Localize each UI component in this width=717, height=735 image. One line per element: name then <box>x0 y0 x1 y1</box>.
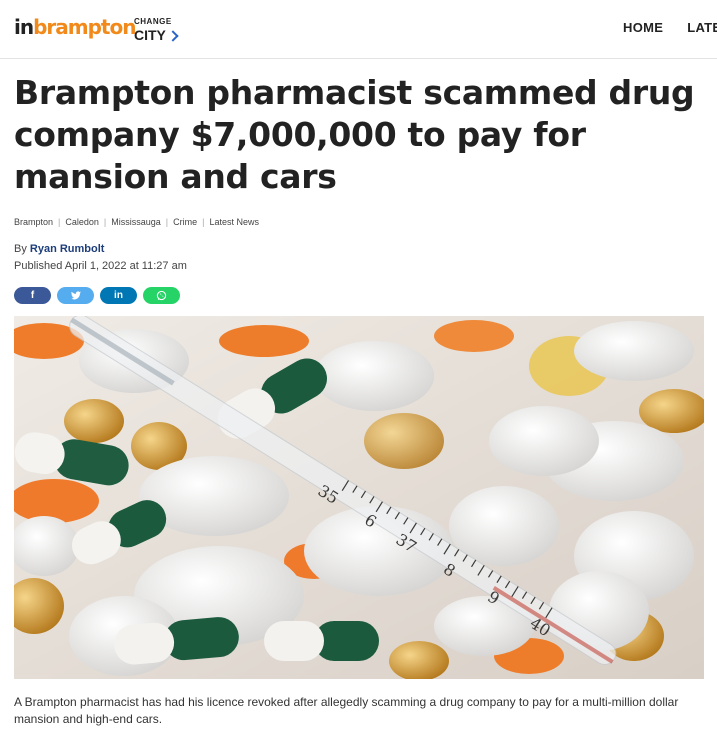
linkedin-share-button[interactable]: in <box>100 287 137 304</box>
article-headline: Brampton pharmacist scammed drug company… <box>14 73 695 196</box>
category-crime[interactable]: Crime <box>173 217 197 227</box>
main-nav: HOME LATEST <box>623 20 717 35</box>
whatsapp-icon <box>156 290 167 301</box>
author-link[interactable]: Ryan Rumbolt <box>30 243 105 255</box>
category-latest-news[interactable]: Latest News <box>209 217 259 227</box>
site-header: inbrampton CHANGE CITY HOME LATEST <box>0 0 717 59</box>
change-city-link[interactable]: CHANGE CITY <box>134 17 179 43</box>
twitter-share-button[interactable] <box>57 287 94 304</box>
site-logo[interactable]: in brampton <box>14 14 136 40</box>
hero-image: 35 6 37 8 9 40 <box>14 316 704 679</box>
facebook-icon: f <box>30 290 35 301</box>
pills-thermometer-illustration: 35 6 37 8 9 40 <box>14 316 704 679</box>
logo-city-text: brampton <box>33 15 136 39</box>
category-caledon[interactable]: Caledon <box>65 217 99 227</box>
category-mississauga[interactable]: Mississauga <box>111 217 161 227</box>
share-buttons: f in <box>14 287 180 304</box>
by-label: By <box>14 243 27 255</box>
byline: By Ryan Rumbolt <box>14 243 104 255</box>
whatsapp-share-button[interactable] <box>143 287 180 304</box>
image-caption: A Brampton pharmacist has had his licenc… <box>14 695 679 726</box>
published-date: Published April 1, 2022 at 11:27 am <box>14 260 187 272</box>
chevron-right-icon <box>167 29 179 42</box>
facebook-share-button[interactable]: f <box>14 287 51 304</box>
change-label: CHANGE <box>134 17 172 26</box>
linkedin-icon: in <box>114 290 123 301</box>
category-brampton[interactable]: Brampton <box>14 217 53 227</box>
category-list: Brampton | Caledon | Mississauga | Crime | L… <box>14 217 259 227</box>
nav-latest[interactable]: LATEST <box>687 20 717 35</box>
twitter-icon <box>70 291 81 300</box>
city-label: CITY <box>134 27 166 43</box>
nav-home[interactable]: HOME <box>623 20 663 35</box>
logo-in-text: in <box>14 15 34 39</box>
